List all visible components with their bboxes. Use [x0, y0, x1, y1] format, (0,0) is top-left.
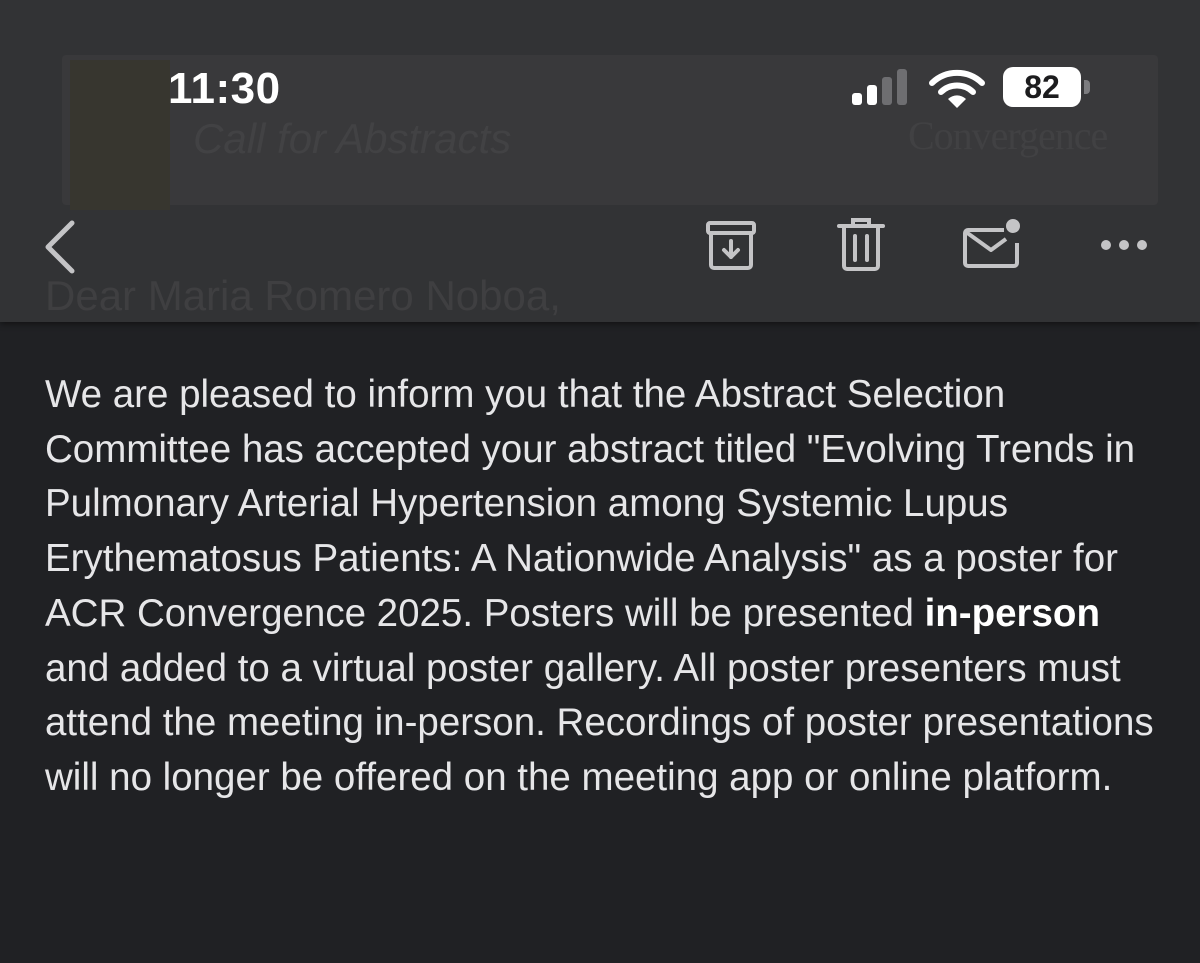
- banner-logo-block: [70, 60, 170, 210]
- archive-icon[interactable]: [704, 219, 758, 271]
- battery-cap: [1084, 80, 1090, 94]
- email-body-bold: in-person: [924, 591, 1100, 635]
- trash-icon[interactable]: [836, 216, 886, 272]
- top-toolbar: Call for Abstracts Convergence Dear Mari…: [0, 0, 1200, 322]
- mark-unread-icon[interactable]: [962, 216, 1024, 270]
- email-greeting: Dear Maria Romero Noboa,: [45, 272, 561, 319]
- email-body-text: We are pleased to inform you that the Ab…: [45, 368, 1165, 806]
- battery-icon: 82: [1003, 67, 1091, 109]
- battery-level: 82: [1024, 69, 1060, 105]
- wifi-icon: [929, 69, 985, 108]
- banner-title: Call for Abstracts: [193, 115, 512, 162]
- banner-brand: Convergence: [908, 113, 1108, 158]
- back-chevron-icon[interactable]: [38, 218, 82, 276]
- more-icon[interactable]: [1098, 232, 1150, 258]
- status-time: 11:30: [168, 64, 281, 113]
- email-body-part2: and added to a virtual poster gallery. A…: [45, 646, 1154, 799]
- cellular-signal-icon: [852, 69, 907, 105]
